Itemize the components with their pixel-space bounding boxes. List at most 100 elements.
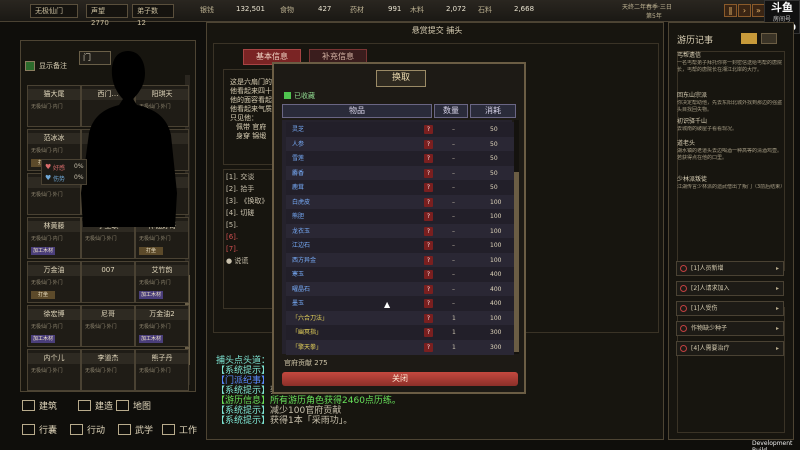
dialog-option[interactable]: [4]. 切磋 bbox=[226, 208, 254, 219]
map-button[interactable]: 地图 bbox=[116, 398, 151, 416]
item-row[interactable]: 「六合刀法」? 1 100 bbox=[286, 310, 514, 326]
dialog-option[interactable]: [1]. 交谈 bbox=[226, 172, 254, 183]
action-button[interactable]: 行动 bbox=[70, 422, 105, 440]
journal-entry[interactable]: 丐帮遗信 一名丐帮弟子拜托你将一封密信送给丐帮的唐院长，丐帮的唐院长在湘江北岸的大… bbox=[677, 52, 783, 74]
question-icon[interactable]: ? bbox=[424, 212, 433, 221]
favorite-filter-icon[interactable] bbox=[284, 92, 291, 99]
question-icon[interactable]: ? bbox=[424, 270, 433, 279]
food-label: 食物 bbox=[280, 6, 294, 14]
question-icon[interactable]: ? bbox=[424, 284, 433, 294]
alert-button[interactable]: [1]人员新增 ▸ bbox=[676, 261, 784, 276]
close-button[interactable]: 关闭 bbox=[282, 372, 518, 386]
character-card[interactable]: 艾竹韵 无极仙门·内门 加工木材 bbox=[135, 261, 189, 303]
favorite-filter-label[interactable]: 已收藏 bbox=[294, 91, 315, 101]
item-list-scrollbar-thumb[interactable] bbox=[514, 172, 519, 352]
character-card[interactable]: 万金油2 无极仙门·外门 加工木材 bbox=[135, 305, 189, 347]
item-row[interactable]: 寒玉? – 400 bbox=[286, 267, 514, 282]
item-row[interactable]: 「幽冥指」? 1 300 bbox=[286, 325, 514, 340]
alert-button[interactable]: [4]人需要治疗 ▸ bbox=[676, 341, 784, 356]
question-icon[interactable]: ? bbox=[424, 299, 433, 308]
question-icon[interactable]: ? bbox=[424, 255, 433, 265]
journal-tab-2[interactable] bbox=[761, 33, 777, 44]
buildings-button[interactable]: 建筑 bbox=[22, 398, 57, 416]
martial-button[interactable]: 武学 bbox=[118, 422, 153, 440]
journal-entry[interactable]: 回东山宗派 你决定帮助他，先去东阳北城外找到那边的强盗头目找回失物。 bbox=[677, 92, 783, 114]
construct-button[interactable]: 建造 bbox=[78, 398, 113, 416]
alert-button[interactable]: [1]人受伤 ▸ bbox=[676, 301, 784, 316]
item-list-scrollbar[interactable] bbox=[514, 120, 519, 354]
item-row[interactable]: 麝香? – 50 bbox=[286, 165, 514, 181]
favor-value: 0% bbox=[74, 163, 84, 170]
log-line: 【系统提示】 bbox=[216, 366, 270, 376]
item-row[interactable]: 白虎皮? – 100 bbox=[286, 194, 514, 210]
item-name: 墨玉 bbox=[292, 300, 305, 307]
dialog-option[interactable]: [5]. bbox=[226, 220, 238, 231]
character-card[interactable]: 李道杰 无极仙门·外门 bbox=[81, 349, 135, 391]
pause-button[interactable]: ‖ bbox=[724, 4, 737, 17]
dialog-option[interactable]: [2]. 拾手 bbox=[226, 184, 254, 195]
item-row[interactable]: 鹿茸? – 50 bbox=[286, 180, 514, 195]
sect-location: 无极仙门 bbox=[30, 4, 78, 18]
item-count: – bbox=[452, 227, 455, 235]
question-icon[interactable]: ? bbox=[424, 313, 433, 323]
character-card[interactable]: 熊子丹 无极仙门·外门 bbox=[135, 349, 189, 391]
question-icon[interactable]: ? bbox=[424, 241, 433, 250]
question-icon[interactable]: ? bbox=[424, 139, 433, 149]
item-row[interactable]: 雪莲? – 50 bbox=[286, 151, 514, 166]
inventory-button[interactable]: 行囊 bbox=[22, 422, 57, 440]
item-row[interactable]: 江边石? – 100 bbox=[286, 238, 514, 253]
dialog-option[interactable]: ● 说谎 bbox=[226, 256, 248, 267]
speed1-button[interactable]: › bbox=[738, 4, 751, 17]
stone-value: 2,668 bbox=[514, 5, 535, 13]
character-name: 熊子丹 bbox=[136, 353, 188, 364]
item-row[interactable]: 墨玉? – 400 bbox=[286, 296, 514, 311]
item-cost: 400 bbox=[490, 300, 502, 307]
alert-button[interactable]: 作物缺少种子 ▸ bbox=[676, 321, 784, 336]
item-row[interactable]: 「擎天拳」? 1 300 bbox=[286, 339, 514, 355]
character-task-badge: 打坐 bbox=[139, 247, 163, 255]
item-row[interactable]: 曜晶石? – 400 bbox=[286, 281, 514, 297]
show-notes-checkbox[interactable] bbox=[25, 61, 35, 71]
question-icon[interactable]: ? bbox=[424, 342, 433, 352]
character-card[interactable]: 万金油 无极仙门·外门 打坐 bbox=[27, 261, 81, 303]
chevron-right-icon: ▸ bbox=[775, 305, 779, 312]
fame-value: 2770 bbox=[91, 19, 109, 27]
character-sect: 无极仙门·内门 bbox=[31, 236, 63, 242]
log-prefix: 【系统提示】 bbox=[216, 366, 271, 376]
character-name: 艾竹韵 bbox=[136, 265, 188, 276]
favor-label: 好感 bbox=[53, 165, 66, 172]
question-icon[interactable]: ? bbox=[424, 154, 433, 163]
question-icon[interactable]: ? bbox=[424, 168, 433, 178]
character-card[interactable]: 尼哥 无极仙门·外门 bbox=[81, 305, 135, 347]
contribution-readout: 官府贡献 275 bbox=[284, 358, 328, 368]
character-card[interactable]: 内个儿 无极仙门·外门 bbox=[27, 349, 81, 391]
question-icon[interactable]: ? bbox=[424, 183, 433, 192]
alert-label: [4]人需要治疗 bbox=[691, 345, 730, 352]
dialog-option[interactable]: [3]. 《换取》 bbox=[226, 196, 268, 207]
question-icon[interactable]: ? bbox=[424, 197, 433, 207]
item-count: – bbox=[452, 285, 455, 293]
item-count: – bbox=[452, 155, 455, 162]
item-row[interactable]: 人参? – 50 bbox=[286, 136, 514, 152]
item-row[interactable]: 西方异金? – 100 bbox=[286, 252, 514, 268]
silver-value: 132,501 bbox=[236, 5, 265, 13]
question-icon[interactable]: ? bbox=[424, 125, 433, 134]
dialog-option[interactable]: [7]. bbox=[226, 244, 238, 255]
question-icon[interactable]: ? bbox=[424, 226, 433, 236]
journal-entry[interactable]: 少林派叛徒 江湖传言少林派的遗武僧出了叛门（3前后结束） bbox=[677, 176, 783, 191]
question-icon[interactable]: ? bbox=[424, 328, 433, 337]
journal-tab-1[interactable] bbox=[741, 33, 757, 44]
journal-entry[interactable]: 道老头 湖水镇的老道头去边喝酒一种高等的清酒鸡壶。若获得点在他的口里。 bbox=[677, 140, 783, 162]
journal-entry[interactable]: 初识驿千山 去城南的破屋子看看现况。 bbox=[677, 118, 783, 133]
dialog-option[interactable]: [6]. bbox=[226, 232, 238, 243]
alert-button[interactable]: [2]人请求加入 ▸ bbox=[676, 281, 784, 296]
item-row[interactable]: 熊胆? – 100 bbox=[286, 209, 514, 224]
item-count: – bbox=[452, 198, 455, 206]
item-count: 1 bbox=[452, 343, 456, 351]
character-name: 万金油2 bbox=[136, 309, 188, 320]
item-row[interactable]: 龙衣玉? – 100 bbox=[286, 223, 514, 239]
work-button[interactable]: 工作 bbox=[162, 422, 197, 440]
item-row[interactable]: 灵芝? – 50 bbox=[286, 122, 514, 137]
character-card[interactable]: 007 bbox=[81, 261, 135, 303]
character-card[interactable]: 徐宏博 无极仙门·内门 加工木材 bbox=[27, 305, 81, 347]
